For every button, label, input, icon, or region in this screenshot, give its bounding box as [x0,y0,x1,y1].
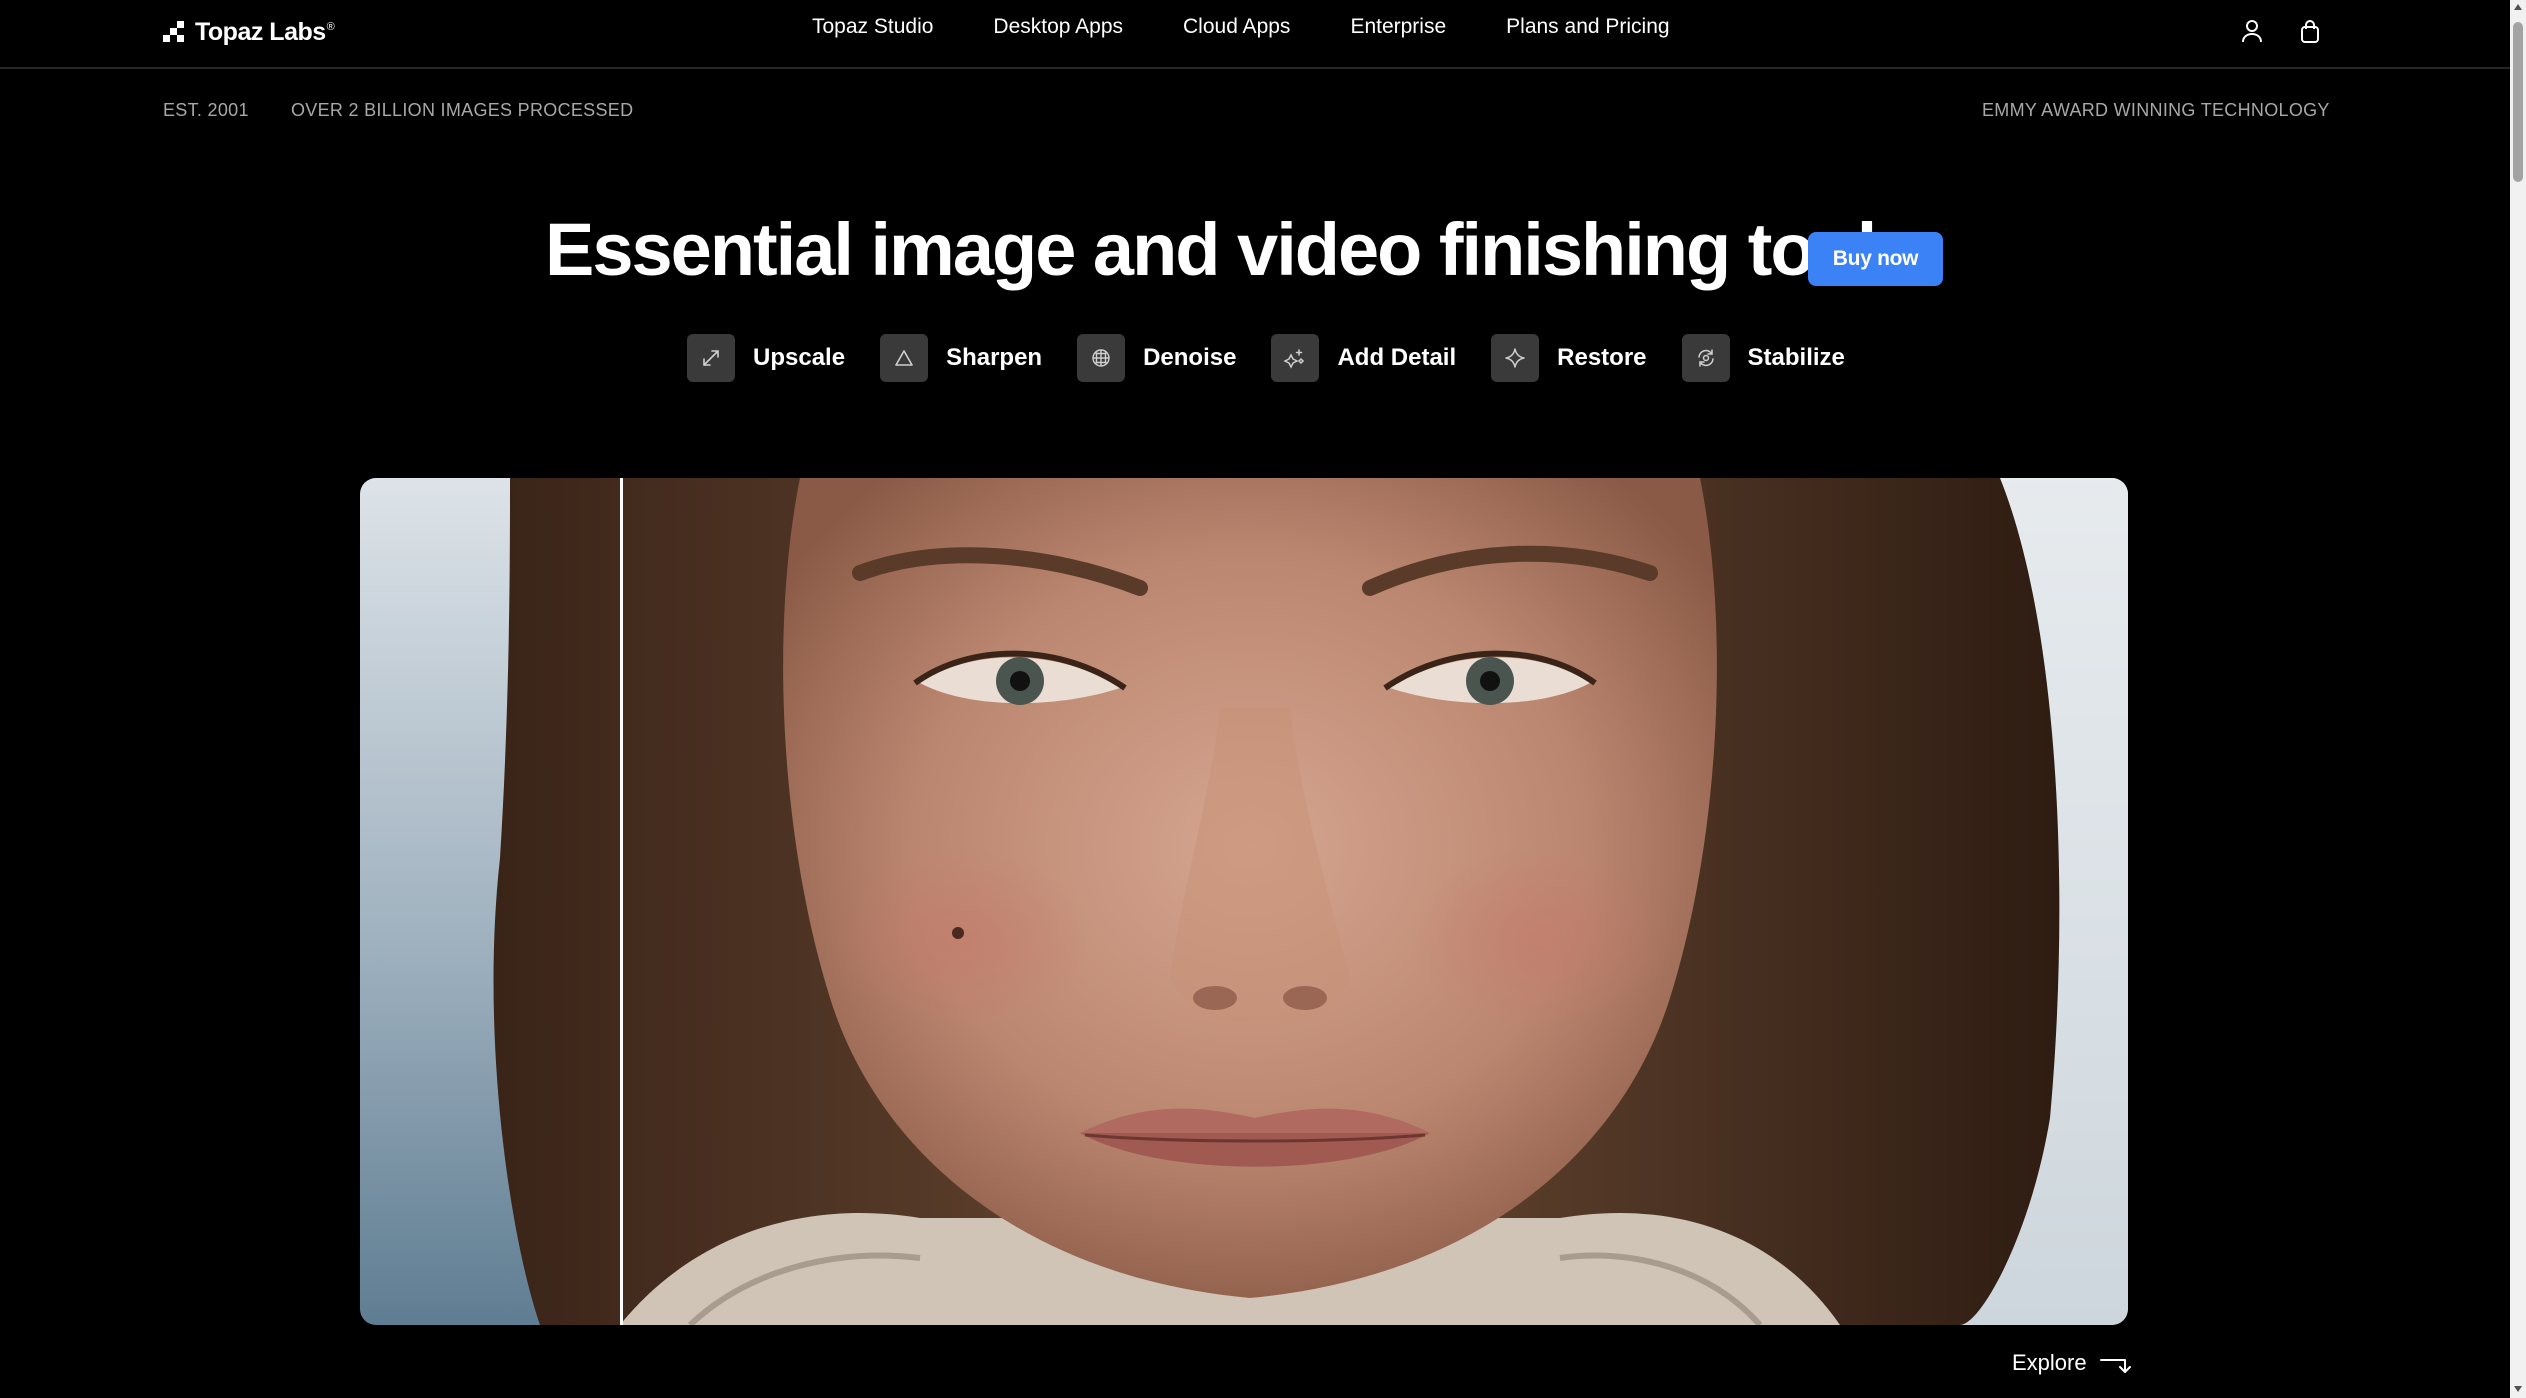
images-processed-stat: OVER 2 BILLION IMAGES PROCESSED [291,100,634,120]
feature-label: Restore [1557,344,1647,371]
feature-sharpen[interactable]: Sharpen [880,334,1042,382]
triangle-icon [880,334,929,382]
nav-plans-and-pricing[interactable]: Plans and Pricing [1506,15,1669,45]
stabilize-rotate-icon [1681,334,1730,382]
top-navigation-bar: Topaz Labs® Topaz Studio Desktop Apps Cl… [0,0,2510,69]
shopping-bag-icon[interactable] [2296,17,2324,45]
feature-label: Upscale [753,344,846,371]
before-after-divider[interactable] [620,478,623,1325]
grain-globe-icon [1077,334,1126,382]
feature-denoise[interactable]: Denoise [1077,334,1236,382]
nav-cloud-apps[interactable]: Cloud Apps [1183,15,1290,45]
user-icon[interactable] [2238,17,2266,45]
main-nav: Topaz Studio Desktop Apps Cloud Apps Ent… [812,15,1670,45]
buy-now-button[interactable]: Buy now [1808,232,1943,286]
feature-tabs: Upscale Sharpen Denoise Add Detail Resto… [687,333,1845,383]
hero-title: Essential image and video finishing tool… [545,208,1935,291]
feature-add-detail[interactable]: Add Detail [1271,334,1456,382]
scroll-up-arrow-icon[interactable] [2514,4,2522,10]
scrollbar-thumb[interactable] [2513,22,2523,182]
before-after-comparison[interactable] [360,478,2128,1325]
feature-label: Add Detail [1337,344,1457,371]
nav-topaz-studio[interactable]: Topaz Studio [812,15,933,45]
logo-mark-icon [163,21,185,43]
feature-label: Denoise [1143,344,1237,371]
page-scrollbar[interactable] [2510,0,2526,1398]
explore-link[interactable]: Explore [2012,1348,2131,1378]
expand-arrows-icon [687,334,735,382]
feature-label: Stabilize [1747,344,1845,371]
sparkle-detail-icon [1271,334,1320,382]
arrow-down-right-icon [2099,1352,2131,1374]
nav-enterprise[interactable]: Enterprise [1350,15,1446,45]
established-year: EST. 2001 [163,100,249,120]
feature-label: Sharpen [946,344,1043,371]
topaz-labs-logo[interactable]: Topaz Labs® [163,17,335,47]
emmy-award-stat: EMMY AWARD WINNING TECHNOLOGY [1982,100,2330,120]
explore-label: Explore [2012,1350,2087,1375]
nav-desktop-apps[interactable]: Desktop Apps [993,15,1123,45]
sparkle-star-icon [1491,334,1540,382]
feature-stabilize[interactable]: Stabilize [1681,334,1845,382]
scroll-down-arrow-icon[interactable] [2514,1386,2522,1392]
feature-restore[interactable]: Restore [1491,334,1647,382]
logo-text: Topaz Labs® [195,17,335,46]
feature-upscale[interactable]: Upscale [687,334,845,382]
portrait-photo [360,478,2128,1325]
